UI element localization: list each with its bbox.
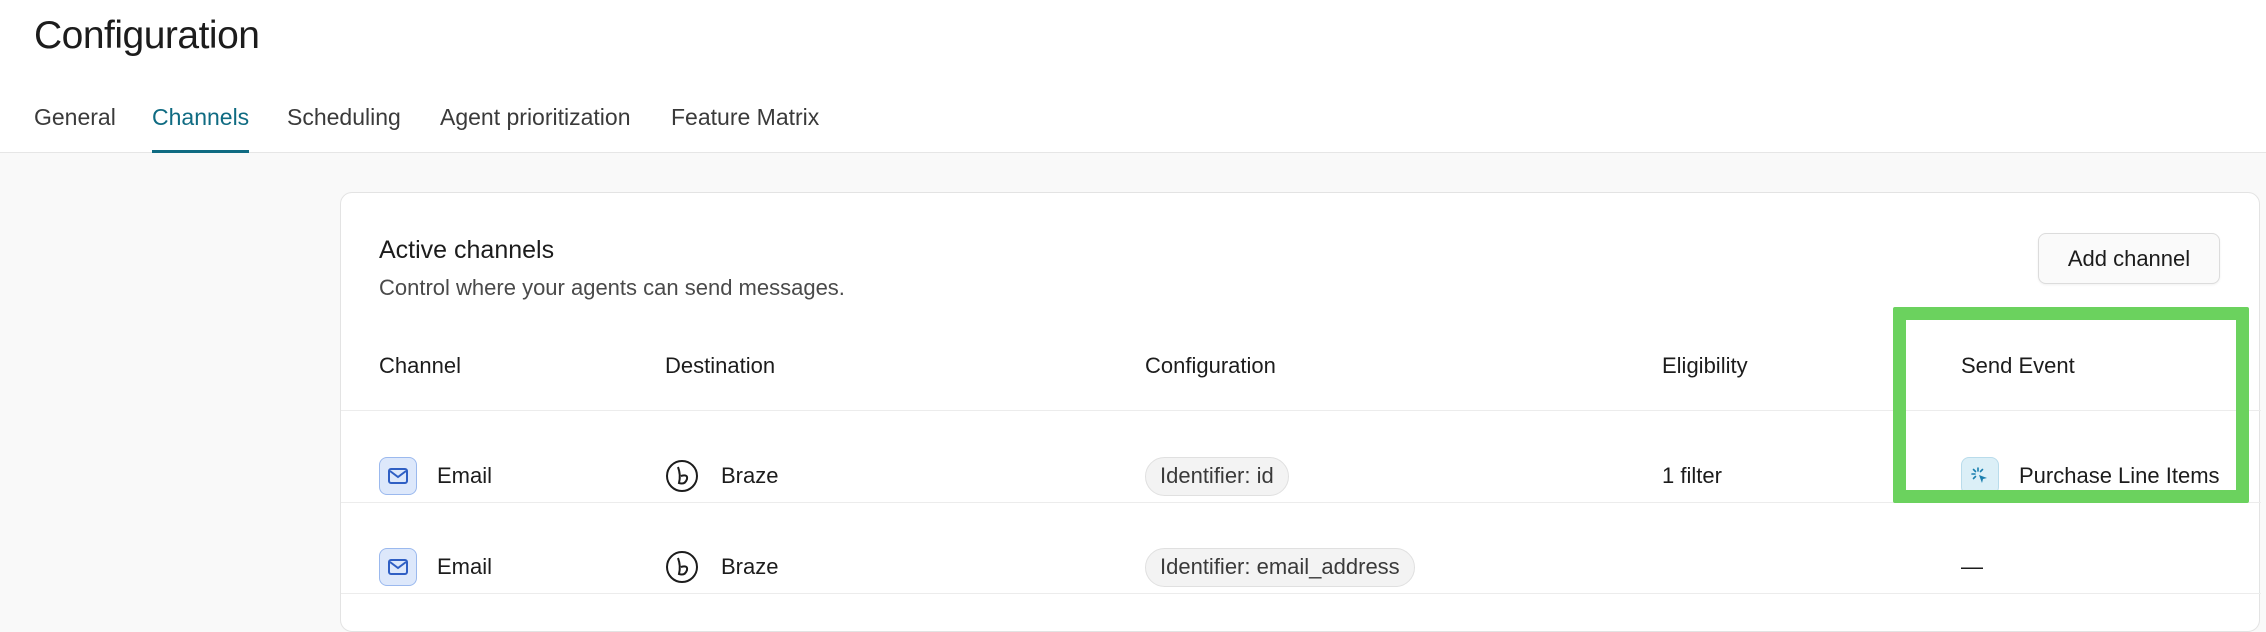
channel-label: Email — [437, 463, 493, 488]
table-row-1-channel[interactable]: Email — [379, 456, 492, 496]
braze-icon — [665, 459, 699, 493]
table-row-2-channel[interactable]: Email — [379, 547, 492, 587]
tab-scheduling[interactable]: Scheduling — [287, 104, 401, 153]
column-header-eligibility: Eligibility — [1662, 353, 1748, 378]
header: Configuration General Channels Schedulin… — [0, 0, 2266, 153]
click-icon — [1961, 457, 1999, 495]
column-header-configuration: Configuration — [1145, 353, 1276, 378]
destination-label: Braze — [721, 463, 779, 488]
panel-title: Active channels — [379, 236, 555, 264]
column-header-channel: Channel — [379, 353, 461, 378]
identifier-pill: Identifier: id — [1145, 456, 1289, 496]
braze-icon — [665, 550, 699, 584]
channel-label: Email — [437, 554, 493, 579]
table-row-1-configuration: Identifier: id — [1145, 456, 1289, 496]
row-divider — [341, 410, 2261, 411]
table-row-1-send-event[interactable]: Purchase Line Items — [1961, 456, 2220, 496]
table-row-2-send-event[interactable]: — — [1961, 547, 1983, 587]
tab-channels[interactable]: Channels — [152, 104, 250, 153]
active-channels-panel: Active channels Control where your agent… — [340, 192, 2261, 632]
tab-agent-prioritization[interactable]: Agent prioritization — [440, 104, 631, 153]
tab-feature-matrix[interactable]: Feature Matrix — [671, 104, 819, 153]
destination-label: Braze — [721, 554, 779, 579]
panel-subtitle: Control where your agents can send messa… — [379, 275, 845, 300]
send-event-label: Purchase Line Items — [2019, 463, 2220, 488]
row-divider — [341, 593, 2261, 594]
table-row-1-eligibility[interactable]: 1 filter — [1662, 456, 1722, 496]
table-row-1-destination[interactable]: Braze — [665, 456, 778, 496]
tab-general[interactable]: General — [34, 104, 116, 153]
mail-icon — [379, 548, 417, 586]
add-channel-button[interactable]: Add channel — [2038, 233, 2220, 284]
mail-icon — [379, 457, 417, 495]
row-divider — [341, 502, 2261, 503]
column-header-send-event: Send Event — [1961, 353, 2075, 378]
identifier-pill: Identifier: email_address — [1145, 547, 1415, 587]
table-row-2-destination[interactable]: Braze — [665, 547, 778, 587]
column-header-destination: Destination — [665, 353, 776, 378]
table-row-2-configuration: Identifier: email_address — [1145, 547, 1415, 587]
page-title: Configuration — [34, 14, 260, 57]
